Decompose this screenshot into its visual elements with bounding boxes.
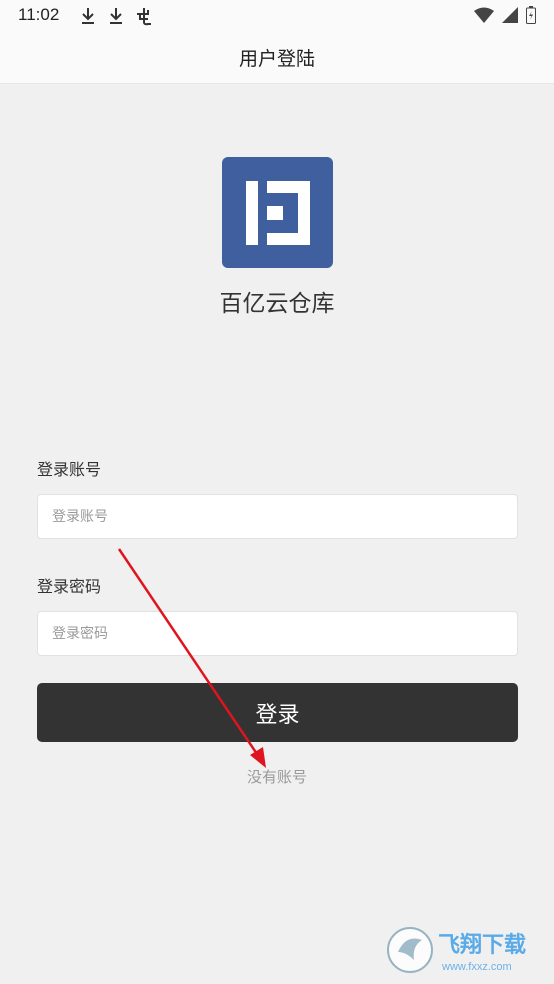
app-header: 用户登陆 bbox=[0, 32, 554, 84]
password-input[interactable] bbox=[37, 611, 518, 656]
account-input[interactable] bbox=[37, 494, 518, 539]
watermark-subtext: www.fxxz.com bbox=[441, 961, 512, 973]
status-bar: 11:02 bbox=[0, 0, 554, 32]
signal-icon bbox=[502, 7, 518, 27]
battery-icon bbox=[526, 6, 536, 28]
status-icons-left bbox=[78, 6, 154, 26]
watermark-logo: 飞翔下载 www.fxxz.com bbox=[384, 922, 548, 978]
notification-icon bbox=[134, 6, 154, 26]
app-logo-icon bbox=[222, 157, 333, 268]
password-label: 登录密码 bbox=[37, 577, 102, 596]
status-time: 11:02 bbox=[18, 5, 60, 24]
watermark-text: 飞翔下载 bbox=[438, 932, 526, 958]
app-name: 百亿云仓库 bbox=[219, 291, 335, 317]
account-label: 登录账号 bbox=[37, 460, 102, 479]
login-button[interactable]: 登录 bbox=[37, 683, 518, 742]
download-icon bbox=[78, 6, 98, 26]
download-icon bbox=[106, 6, 126, 26]
status-icons-right bbox=[474, 6, 536, 28]
page-title: 用户登陆 bbox=[238, 48, 315, 70]
register-link[interactable]: 没有账号 bbox=[0, 766, 554, 787]
wifi-icon bbox=[474, 7, 494, 27]
red-arrow-icon bbox=[117, 548, 266, 768]
